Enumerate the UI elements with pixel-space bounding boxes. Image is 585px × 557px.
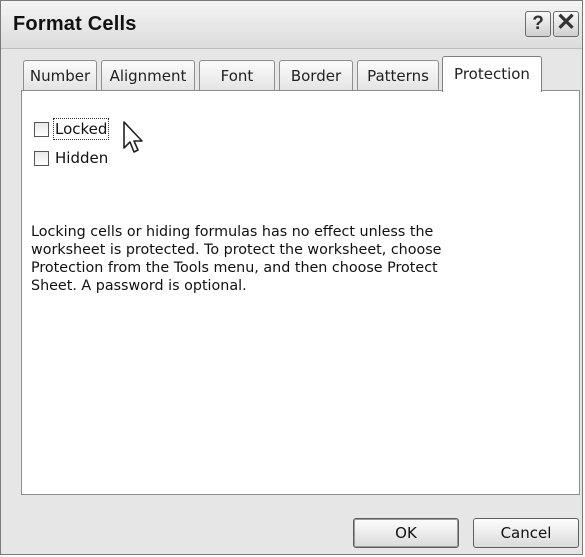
dialog-title: Format Cells <box>13 13 137 35</box>
locked-label[interactable]: Locked <box>52 118 110 140</box>
tab-border[interactable]: Border <box>279 60 353 90</box>
close-icon[interactable]: ✕ <box>553 11 579 37</box>
tab-number[interactable]: Number <box>23 60 97 90</box>
tab-font[interactable]: Font <box>199 60 275 90</box>
tab-patterns[interactable]: Patterns <box>357 60 439 90</box>
format-cells-dialog: Format Cells ? ✕ Number Alignment Font B… <box>0 0 583 555</box>
mouse-pointer-icon <box>123 121 143 153</box>
locked-checkbox[interactable] <box>34 122 49 137</box>
hidden-checkbox[interactable] <box>34 151 49 166</box>
tab-protection[interactable]: Protection <box>442 56 542 92</box>
help-icon[interactable]: ? <box>525 11 551 37</box>
ok-button[interactable]: OK <box>353 518 459 548</box>
title-bar[interactable]: Format Cells ? ✕ <box>1 1 582 49</box>
tab-alignment[interactable]: Alignment <box>101 60 195 90</box>
cancel-button[interactable]: Cancel <box>473 518 579 548</box>
protection-info-text: Locking cells or hiding formulas has no … <box>31 224 442 294</box>
hidden-label[interactable]: Hidden <box>55 149 108 167</box>
protection-panel: Locked Hidden Locking cells or hiding fo… <box>21 90 580 495</box>
